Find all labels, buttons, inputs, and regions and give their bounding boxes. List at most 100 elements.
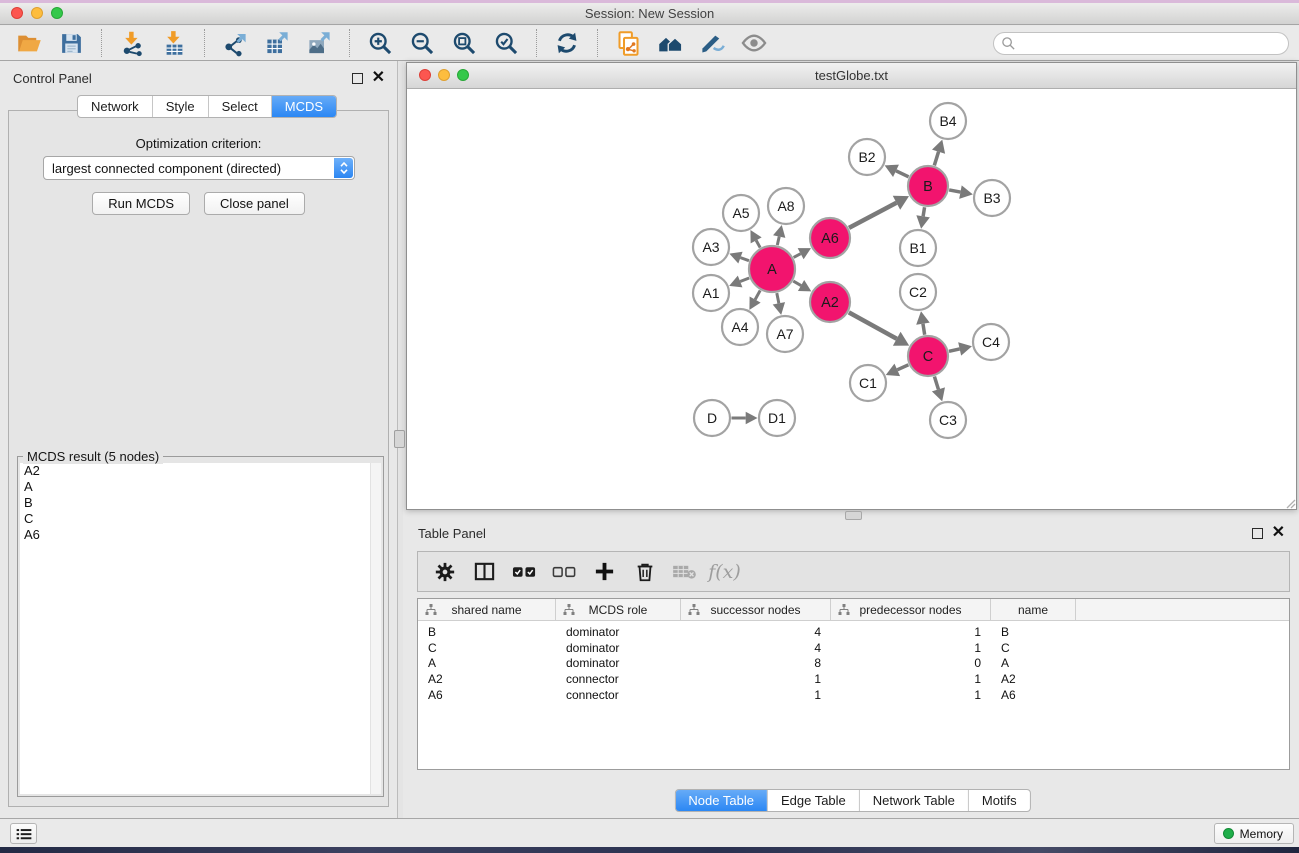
result-item[interactable]: A2 [20, 463, 381, 479]
tab-style[interactable]: Style [153, 96, 209, 117]
function-builder-button[interactable]: f(x) [710, 557, 739, 586]
network-maximize-button[interactable] [457, 69, 469, 81]
network-window-titlebar[interactable]: testGlobe.txt [407, 63, 1296, 89]
export-network-button[interactable] [220, 28, 250, 58]
save-session-button[interactable] [56, 28, 86, 58]
table-cell[interactable]: A2 [418, 672, 556, 686]
graph-edge-C-C3[interactable] [934, 377, 938, 390]
table-cell[interactable]: dominator [556, 656, 681, 670]
result-item[interactable]: A6 [20, 527, 381, 543]
graph-edge-A-A6[interactable] [794, 254, 801, 258]
graph-edge-B-B1[interactable] [923, 207, 924, 216]
graph-edge-A-A2[interactable] [793, 281, 801, 285]
result-item[interactable]: B [20, 495, 381, 511]
graph-edge-C-C2[interactable] [923, 324, 925, 335]
table-row[interactable]: Cdominator41C [418, 640, 1289, 656]
splitter-grip-vertical[interactable] [394, 430, 405, 448]
graph-edge-A-A8[interactable] [777, 237, 779, 246]
float-table-panel-icon[interactable] [1252, 528, 1263, 539]
import-network-button[interactable] [117, 28, 147, 58]
table-cell[interactable]: A [991, 656, 1076, 670]
table-cell[interactable]: dominator [556, 625, 681, 639]
open-session-button[interactable] [14, 28, 44, 58]
search-input[interactable] [1016, 35, 1288, 53]
tab-edge-table[interactable]: Edge Table [768, 790, 860, 811]
table-cell[interactable]: 1 [681, 688, 831, 702]
graph-edge-B-B4[interactable] [934, 152, 938, 166]
run-mcds-button[interactable]: Run MCDS [92, 192, 190, 215]
column-header-MCDS-role[interactable]: MCDS role [556, 599, 681, 620]
tab-mcds[interactable]: MCDS [272, 96, 336, 117]
memory-button[interactable]: Memory [1214, 823, 1294, 844]
tab-network[interactable]: Network [78, 96, 153, 117]
export-image-button[interactable] [304, 28, 334, 58]
table-cell[interactable]: C [418, 641, 556, 655]
maximize-window-button[interactable] [51, 7, 63, 19]
table-cell[interactable]: connector [556, 688, 681, 702]
search-box[interactable] [993, 32, 1289, 55]
table-cell[interactable]: A6 [418, 688, 556, 702]
result-item[interactable]: C [20, 511, 381, 527]
table-cell[interactable]: 4 [681, 641, 831, 655]
export-table-button[interactable] [262, 28, 292, 58]
graph-edge-A-A1[interactable] [740, 278, 749, 282]
table-cell[interactable]: 4 [681, 625, 831, 639]
window-resize-grip[interactable] [1284, 497, 1296, 509]
tab-network-table[interactable]: Network Table [860, 790, 969, 811]
result-item[interactable]: A [20, 479, 381, 495]
select-all-columns-button[interactable] [510, 557, 539, 586]
zoom-out-button[interactable] [407, 28, 437, 58]
tab-select[interactable]: Select [209, 96, 272, 117]
optimization-select[interactable]: largest connected component (directed) [43, 156, 355, 180]
table-cell[interactable]: connector [556, 672, 681, 686]
graph-edge-B-B3[interactable] [949, 190, 960, 192]
table-cell[interactable]: 1 [831, 688, 991, 702]
table-cell[interactable]: 1 [831, 641, 991, 655]
zoom-in-button[interactable] [365, 28, 395, 58]
table-cell[interactable]: 1 [681, 672, 831, 686]
column-header-predecessor-nodes[interactable]: predecessor nodes [831, 599, 991, 620]
graph-edge-A-A3[interactable] [740, 258, 749, 261]
tab-motifs[interactable]: Motifs [969, 790, 1030, 811]
table-cell[interactable]: dominator [556, 641, 681, 655]
table-cell[interactable]: 8 [681, 656, 831, 670]
network-canvas[interactable]: B4B2BB3A8A5A6A3B1AA1C2A2A4A7C4CC1C3DD1 [407, 89, 1296, 509]
graph-edge-A-A7[interactable] [777, 293, 779, 303]
network-minimize-button[interactable] [438, 69, 450, 81]
column-header-successor-nodes[interactable]: successor nodes [681, 599, 831, 620]
table-cell[interactable]: 1 [831, 672, 991, 686]
table-cell[interactable]: A [418, 656, 556, 670]
table-cell[interactable]: A6 [991, 688, 1076, 702]
delete-columns-button[interactable] [630, 557, 659, 586]
table-row[interactable]: Adominator80A [418, 656, 1289, 672]
tab-node-table[interactable]: Node Table [675, 790, 768, 811]
zoom-fit-button[interactable] [449, 28, 479, 58]
refresh-button[interactable] [552, 28, 582, 58]
graph-edge-A2-C[interactable] [849, 312, 897, 338]
minimize-window-button[interactable] [31, 7, 43, 19]
import-table-button[interactable] [159, 28, 189, 58]
graph-edge-A-A4[interactable] [755, 290, 760, 299]
table-cell[interactable]: 1 [831, 625, 991, 639]
mcds-result-list[interactable]: A2ABCA6 [20, 463, 381, 794]
result-list-scrollbar[interactable] [370, 463, 381, 794]
table-row[interactable]: Bdominator41B [418, 624, 1289, 640]
close-panel-icon[interactable]: ✕ [372, 72, 385, 84]
create-column-button[interactable] [590, 557, 619, 586]
delete-table-button[interactable] [670, 557, 699, 586]
table-settings-button[interactable] [430, 557, 459, 586]
close-table-panel-icon[interactable]: ✕ [1272, 527, 1285, 539]
float-panel-icon[interactable] [352, 73, 363, 84]
show-graphics-button[interactable] [739, 28, 769, 58]
table-cell[interactable]: B [418, 625, 556, 639]
close-panel-button[interactable]: Close panel [204, 192, 305, 215]
graph-edge-B-B2[interactable] [896, 171, 909, 177]
table-cell[interactable]: B [991, 625, 1076, 639]
task-history-button[interactable] [10, 823, 37, 844]
table-cell[interactable]: 0 [831, 656, 991, 670]
graph-edge-A-A5[interactable] [756, 240, 760, 247]
table-row[interactable]: A2connector11A2 [418, 671, 1289, 687]
clone-network-button[interactable] [613, 28, 643, 58]
show-columns-button[interactable] [470, 557, 499, 586]
graph-edge-C-C1[interactable] [897, 365, 908, 370]
